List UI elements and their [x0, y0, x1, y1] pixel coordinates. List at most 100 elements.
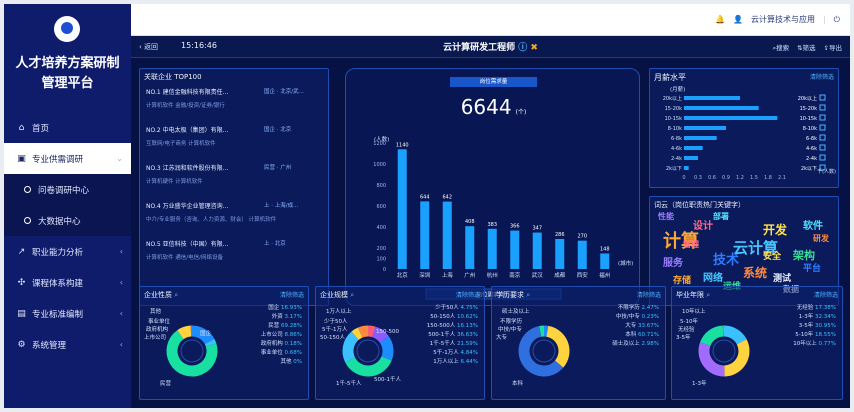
bottom-panel-0: 企业性质 ⌕ 清除筛选 国企 16.93% 外资 3.17% 民营 69.28% 上市公司…: [139, 286, 309, 400]
salary-bar[interactable]: [684, 156, 698, 160]
city-bar[interactable]: [577, 240, 587, 269]
page-title: 云计算研发工程师 ⓘ ✖: [443, 43, 538, 53]
company-item[interactable]: NO.3 江苏润和软件股份有限... 民营 · 广州 计算机硬件 计算机软件: [146, 163, 316, 185]
salary-bar[interactable]: [684, 116, 778, 120]
legend-checkbox[interactable]: [819, 94, 826, 101]
legend-item: 大专 33.67%: [625, 323, 659, 329]
legend-label: 4-6k: [806, 146, 817, 152]
export-button[interactable]: ⇪导出: [824, 42, 842, 53]
bar-value-label: 366: [510, 224, 520, 230]
donut-slice[interactable]: [367, 325, 376, 338]
word: 安全: [763, 252, 782, 262]
slice-label: 上市公司: [144, 335, 167, 341]
sidebar-item-3[interactable]: 大数据中心: [4, 205, 131, 236]
salary-axis-label: (月薪): [670, 85, 685, 93]
sidebar-item-label: 专业供需调研: [32, 154, 84, 165]
city-bar[interactable]: [600, 253, 610, 269]
sidebar-item-5[interactable]: ✣ 课程体系构建 ‹: [4, 267, 131, 298]
filter-button[interactable]: ⇅筛选: [797, 42, 815, 53]
donut-slice[interactable]: [546, 325, 570, 368]
city-bar[interactable]: [555, 238, 565, 269]
word: 服务: [663, 258, 683, 269]
city-bar-chart: (人数)010020040060080010001200 1140北京644深圳6…: [373, 135, 633, 300]
sidebar-item-0[interactable]: ⌂ 首页: [4, 112, 131, 143]
legend-item: 5千-1万人 4.84%: [433, 350, 478, 356]
search-button[interactable]: ⌕搜索: [772, 42, 789, 53]
x-tick-label: 0.6: [708, 175, 716, 181]
sidebar: 人才培养方案研制 管理平台 ⌂ 首页 ▣ 专业供需调研 ⌄ 问卷调研中心 大数据中心 ↗ 职业能…: [4, 4, 131, 408]
donut-slice[interactable]: [358, 325, 369, 338]
top100-title: 关联企业 TOP100: [144, 73, 202, 81]
donut-slice[interactable]: [700, 325, 724, 347]
word: 性能: [658, 212, 674, 221]
legend-item: 国企 16.93%: [268, 305, 302, 311]
donut-slice[interactable]: [345, 356, 392, 377]
legend-label: 20k以上: [798, 95, 817, 102]
donut-slice[interactable]: [351, 327, 363, 341]
legend-item: 民营 69.28%: [268, 323, 302, 329]
power-icon[interactable]: ⏻: [834, 15, 840, 25]
company-item[interactable]: NO.1 建信金融科技有限责任... 国企 · 北京/武... 计算机软件 金融/投…: [146, 87, 316, 109]
donut-slice[interactable]: [204, 338, 217, 347]
city-bar[interactable]: [532, 232, 542, 269]
donut-slice[interactable]: [698, 342, 725, 377]
word: 开发: [763, 223, 788, 237]
salary-bar[interactable]: [684, 96, 740, 100]
city-bar[interactable]: [465, 226, 475, 269]
city-bar[interactable]: [442, 201, 452, 269]
city-bar[interactable]: [487, 228, 497, 269]
donut-slice[interactable]: [379, 336, 394, 361]
legend-checkbox[interactable]: [819, 124, 826, 131]
bell-icon[interactable]: 🔔: [715, 15, 725, 24]
word: 存储: [673, 276, 692, 286]
dashboard: ‹ 返回 15:16:46 云计算研发工程师 ⓘ ✖ ⌕搜索 ⇅筛选 ⇪导出 关…: [131, 36, 850, 408]
sidebar-item-6[interactable]: ▤ 专业标准编制 ‹: [4, 298, 131, 329]
salary-bar[interactable]: [684, 146, 703, 150]
slice-label: 3-5年: [676, 335, 691, 341]
slice-label: 无经验: [678, 327, 695, 333]
slice-label: 政府机构: [146, 327, 169, 333]
salary-bar[interactable]: [684, 136, 717, 140]
y-tick-label: 100: [376, 257, 386, 263]
salary-bar[interactable]: [684, 126, 726, 130]
donut-slice[interactable]: [342, 331, 359, 363]
slice-label: 中技/中专: [498, 327, 522, 333]
legend-item: 中技/中专 0.23%: [615, 314, 659, 320]
donut-ring: [712, 339, 736, 363]
legend-checkbox[interactable]: [819, 144, 826, 151]
y-tick-label: 400: [376, 225, 386, 231]
company-item[interactable]: NO.2 中电太极（集团）有限... 国企 · 北京 互联网/电子商务 计算机软件: [146, 125, 316, 147]
city-bar[interactable]: [510, 230, 520, 269]
topbar: 🔔 👤 云计算技术与应用 | ⏻: [131, 4, 850, 36]
donut-ring: [532, 339, 556, 363]
salary-bar[interactable]: [684, 106, 759, 110]
company-item[interactable]: NO.5 亚信科技（中国）有限... 上 · 北京 计算机软件 通信/电信/网络设备: [146, 239, 316, 261]
x-tick-label: 深圳: [419, 271, 431, 279]
company-item[interactable]: NO.4 万业盛华企业管理咨询... 上 · 上海/成... 中介/专业服务（咨询、…: [146, 201, 316, 223]
user-icon[interactable]: 👤: [733, 15, 743, 24]
slice-label: 5-10年: [680, 319, 698, 325]
legend-checkbox[interactable]: [819, 104, 826, 111]
sidebar-item-7[interactable]: ⚙ 系统管理 ‹: [4, 329, 131, 360]
legend-item: 硕士及以上 2.98%: [612, 341, 659, 347]
sidebar-item-label: 问卷调研中心: [38, 185, 90, 196]
legend-checkbox[interactable]: [819, 154, 826, 161]
sidebar-item-1[interactable]: ▣ 专业供需调研 ⌄: [4, 143, 131, 174]
divider: |: [822, 15, 826, 24]
slice-label: 50-150人: [320, 335, 345, 341]
donut-slice[interactable]: [177, 325, 192, 340]
legend-checkbox[interactable]: [819, 134, 826, 141]
x-tick-label: 1.2: [736, 175, 744, 181]
sidebar-item-4[interactable]: ↗ 职业能力分析 ‹: [4, 236, 131, 267]
user-name[interactable]: 云计算技术与应用: [751, 14, 815, 25]
y-tick-label: 0: [383, 267, 386, 273]
city-bar[interactable]: [397, 149, 407, 269]
salary-bar[interactable]: [684, 166, 689, 170]
word: 网络: [703, 273, 723, 284]
legend-label: 10-15k: [800, 116, 818, 122]
legend-item: 10年以上 0.77%: [793, 341, 836, 347]
company-name: NO.5 亚信科技（中国）有限...: [146, 241, 229, 248]
city-bar[interactable]: [420, 201, 430, 269]
legend-checkbox[interactable]: [819, 114, 826, 121]
sidebar-item-2[interactable]: 问卷调研中心: [4, 174, 131, 205]
